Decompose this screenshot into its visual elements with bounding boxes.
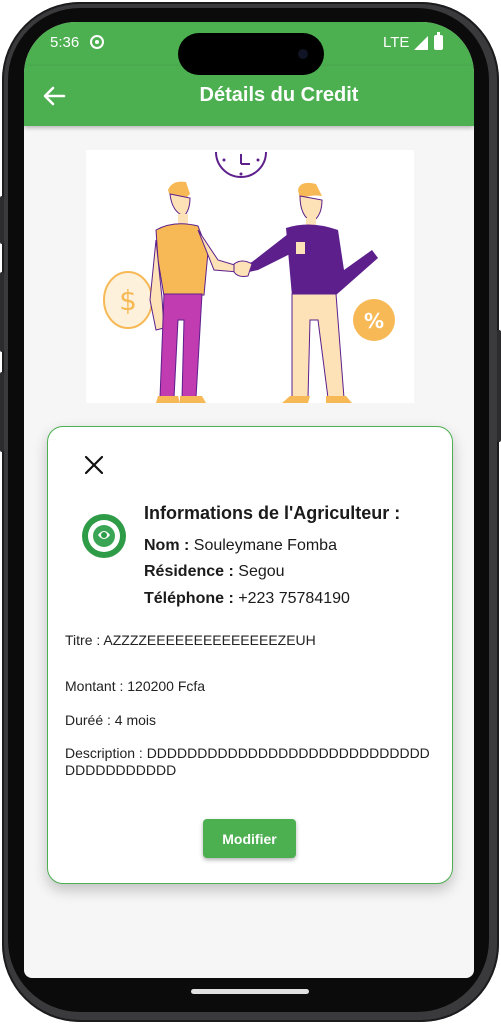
logo-svg bbox=[82, 514, 126, 558]
right-person bbox=[233, 182, 378, 403]
farmer-residence-label: Résidence : bbox=[144, 563, 234, 580]
home-indicator[interactable] bbox=[191, 989, 309, 994]
percent-symbol: % bbox=[364, 309, 384, 333]
credit-amount: Montant : 120200 Fcfa bbox=[65, 678, 206, 694]
farmer-name-value: Souleymane Fomba bbox=[193, 537, 337, 554]
network-type: LTE bbox=[383, 34, 410, 51]
credit-details-card: Informations de l'Agriculteur : Nom : So… bbox=[47, 426, 453, 884]
app-bar: Détails du Credit bbox=[24, 66, 474, 126]
credit-duration: Duréé : 4 mois bbox=[65, 712, 157, 728]
handshake-illustration-svg: $ % bbox=[103, 151, 395, 403]
modify-button[interactable]: Modifier bbox=[203, 819, 296, 858]
cooperative-logo-icon bbox=[81, 513, 127, 559]
credit-title: Titre : AZZZZEEEEEEEEEEEEEEZEUH bbox=[65, 632, 316, 648]
page-title: Détails du Credit bbox=[199, 84, 359, 106]
dynamic-island bbox=[178, 33, 324, 75]
front-camera bbox=[298, 49, 308, 59]
close-icon bbox=[84, 455, 104, 475]
clock-icon bbox=[215, 151, 267, 178]
phone-side-button bbox=[0, 272, 4, 352]
farmer-phone-value: +223 75784190 bbox=[238, 590, 350, 607]
signal-icon bbox=[414, 36, 428, 50]
left-person bbox=[149, 181, 239, 403]
farmer-name-row: Nom : Souleymane Fomba bbox=[144, 537, 337, 555]
percent-coin-icon: % bbox=[353, 299, 395, 341]
battery-icon bbox=[434, 32, 443, 50]
farmer-phone-label: Téléphone : bbox=[144, 590, 234, 607]
status-notification-icon bbox=[90, 35, 104, 49]
dollar-coin-icon: $ bbox=[103, 271, 153, 329]
phone-side-button bbox=[0, 372, 4, 452]
farmer-name-label: Nom : bbox=[144, 537, 190, 554]
credit-description: Description : DDDDDDDDDDDDDDDDDDDDDDDDDD… bbox=[65, 745, 430, 778]
handshake-illustration: $ % bbox=[86, 150, 414, 403]
phone-side-button bbox=[0, 196, 4, 244]
phone-side-button bbox=[497, 330, 501, 442]
dollar-symbol: $ bbox=[119, 284, 137, 317]
farmer-phone-row: Téléphone : +223 75784190 bbox=[144, 590, 350, 608]
farmer-residence-value: Segou bbox=[238, 563, 285, 580]
close-button[interactable] bbox=[82, 453, 106, 477]
status-time: 5:36 bbox=[50, 34, 80, 51]
farmer-info-title: Informations de l'Agriculteur : bbox=[144, 503, 401, 523]
screen: 5:36 LTE Détails du Credit $ % Informati… bbox=[24, 22, 474, 978]
farmer-residence-row: Résidence : Segou bbox=[144, 563, 285, 581]
